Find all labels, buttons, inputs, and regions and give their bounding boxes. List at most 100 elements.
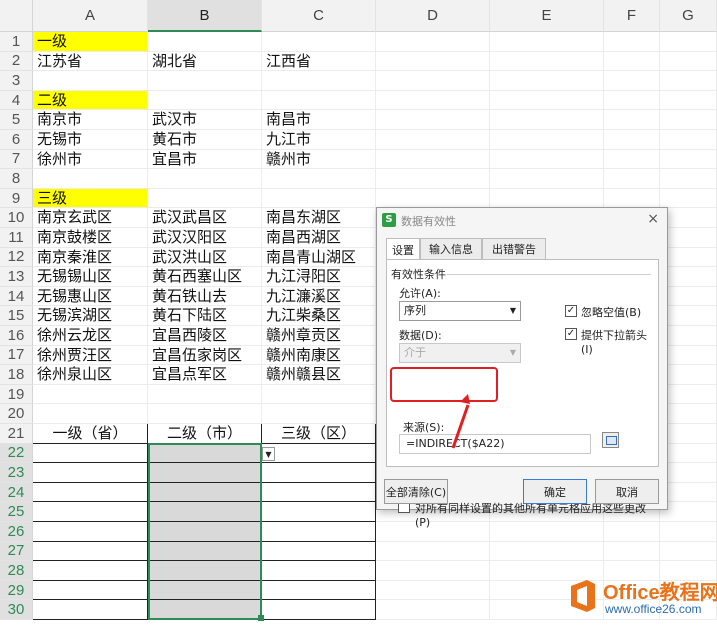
cell-G3[interactable] <box>660 71 717 91</box>
cell-B6[interactable]: 黄石市 <box>148 130 262 150</box>
row-header-9[interactable]: 9 <box>0 188 33 209</box>
cell-B25[interactable] <box>148 502 262 522</box>
cell-B21[interactable]: 二级（市） <box>148 424 262 444</box>
cell-C29[interactable] <box>262 580 376 601</box>
row-header-8[interactable]: 8 <box>0 169 33 189</box>
cell-G25[interactable] <box>660 502 717 522</box>
cell-G1[interactable] <box>660 32 717 52</box>
cell-C14[interactable]: 九江濂溪区 <box>262 286 376 307</box>
cell-F4[interactable] <box>604 90 660 111</box>
cell-D8[interactable] <box>376 169 490 189</box>
row-header-5[interactable]: 5 <box>0 110 33 130</box>
row-header-29[interactable]: 29 <box>0 580 33 601</box>
cell-G4[interactable] <box>660 90 717 111</box>
cell-B26[interactable] <box>148 522 262 542</box>
fill-handle[interactable] <box>258 615 264 621</box>
cell-E3[interactable] <box>490 71 604 91</box>
column-header-F[interactable]: F <box>604 0 660 32</box>
cell-C6[interactable]: 九江市 <box>262 130 376 150</box>
row-header-12[interactable]: 12 <box>0 247 33 268</box>
row-header-30[interactable]: 30 <box>0 600 33 620</box>
cell-B28[interactable] <box>148 561 262 581</box>
cell-A30[interactable] <box>33 600 148 620</box>
cell-A11[interactable]: 南京鼓楼区 <box>33 228 148 248</box>
cell-B14[interactable]: 黄石铁山去 <box>148 286 262 307</box>
cell-B29[interactable] <box>148 580 262 601</box>
cell-A29[interactable] <box>33 580 148 601</box>
allow-select[interactable]: 序列 ▼ <box>399 301 521 321</box>
column-header-B[interactable]: B <box>148 0 262 32</box>
row-header-10[interactable]: 10 <box>0 208 33 228</box>
cell-B22[interactable] <box>148 443 262 464</box>
cell-G22[interactable] <box>660 443 717 464</box>
tab-input-message[interactable]: 输入信息 <box>420 238 482 259</box>
cell-A10[interactable]: 南京玄武区 <box>33 208 148 228</box>
cell-G13[interactable] <box>660 267 717 287</box>
cell-E4[interactable] <box>490 90 604 111</box>
cell-C20[interactable] <box>262 404 376 424</box>
row-header-28[interactable]: 28 <box>0 561 33 581</box>
source-input[interactable]: =INDIRECT($A22) <box>399 434 591 454</box>
cell-C19[interactable] <box>262 384 376 405</box>
cell-C1[interactable] <box>262 32 376 52</box>
cell-B18[interactable]: 宜昌点军区 <box>148 365 262 385</box>
row-header-11[interactable]: 11 <box>0 228 33 248</box>
cell-A24[interactable] <box>33 482 148 503</box>
row-header-14[interactable]: 14 <box>0 286 33 307</box>
cell-C30[interactable] <box>262 600 376 620</box>
cell-C9[interactable] <box>262 188 376 209</box>
cell-C8[interactable] <box>262 169 376 189</box>
cell-G27[interactable] <box>660 541 717 562</box>
cell-D1[interactable] <box>376 32 490 52</box>
cell-G24[interactable] <box>660 482 717 503</box>
cell-A3[interactable] <box>33 71 148 91</box>
column-header-A[interactable]: A <box>33 0 148 32</box>
cell-G23[interactable] <box>660 463 717 483</box>
cell-D29[interactable] <box>376 580 490 601</box>
cell-B20[interactable] <box>148 404 262 424</box>
cell-C22[interactable] <box>262 443 376 464</box>
cell-E1[interactable] <box>490 32 604 52</box>
cell-A5[interactable]: 南京市 <box>33 110 148 130</box>
cell-C10[interactable]: 南昌东湖区 <box>262 208 376 228</box>
cell-F3[interactable] <box>604 71 660 91</box>
cell-C21[interactable]: 三级（区） <box>262 424 376 444</box>
cell-E6[interactable] <box>490 130 604 150</box>
cell-G6[interactable] <box>660 130 717 150</box>
cell-E7[interactable] <box>490 149 604 170</box>
cell-B23[interactable] <box>148 463 262 483</box>
cell-G8[interactable] <box>660 169 717 189</box>
cell-F27[interactable] <box>604 541 660 562</box>
cell-G17[interactable] <box>660 345 717 366</box>
cell-A18[interactable]: 徐州泉山区 <box>33 365 148 385</box>
cell-A7[interactable]: 徐州市 <box>33 149 148 170</box>
cell-A9[interactable]: 三级 <box>33 188 148 209</box>
cell-C12[interactable]: 南昌青山湖区 <box>262 247 376 268</box>
cell-B7[interactable]: 宜昌市 <box>148 149 262 170</box>
row-header-18[interactable]: 18 <box>0 365 33 385</box>
cell-B3[interactable] <box>148 71 262 91</box>
cell-B16[interactable]: 宜昌西陵区 <box>148 326 262 346</box>
cell-G20[interactable] <box>660 404 717 424</box>
cell-F5[interactable] <box>604 110 660 130</box>
cell-E27[interactable] <box>490 541 604 562</box>
column-header-C[interactable]: C <box>262 0 376 32</box>
cell-D6[interactable] <box>376 130 490 150</box>
row-header-24[interactable]: 24 <box>0 482 33 503</box>
cell-E8[interactable] <box>490 169 604 189</box>
column-header-E[interactable]: E <box>490 0 604 32</box>
row-header-1[interactable]: 1 <box>0 32 33 52</box>
row-header-7[interactable]: 7 <box>0 149 33 170</box>
cell-B12[interactable]: 武汉洪山区 <box>148 247 262 268</box>
cell-A15[interactable]: 无锡滨湖区 <box>33 306 148 326</box>
cell-F9[interactable] <box>604 188 660 209</box>
range-picker-icon[interactable] <box>602 432 619 448</box>
cell-B2[interactable]: 湖北省 <box>148 51 262 72</box>
cell-F6[interactable] <box>604 130 660 150</box>
cell-A1[interactable]: 一级 <box>33 32 148 52</box>
cell-D7[interactable] <box>376 149 490 170</box>
in-cell-dropdown-checkbox[interactable]: ✓ <box>565 328 577 340</box>
cell-A27[interactable] <box>33 541 148 562</box>
row-header-16[interactable]: 16 <box>0 326 33 346</box>
cell-C28[interactable] <box>262 561 376 581</box>
